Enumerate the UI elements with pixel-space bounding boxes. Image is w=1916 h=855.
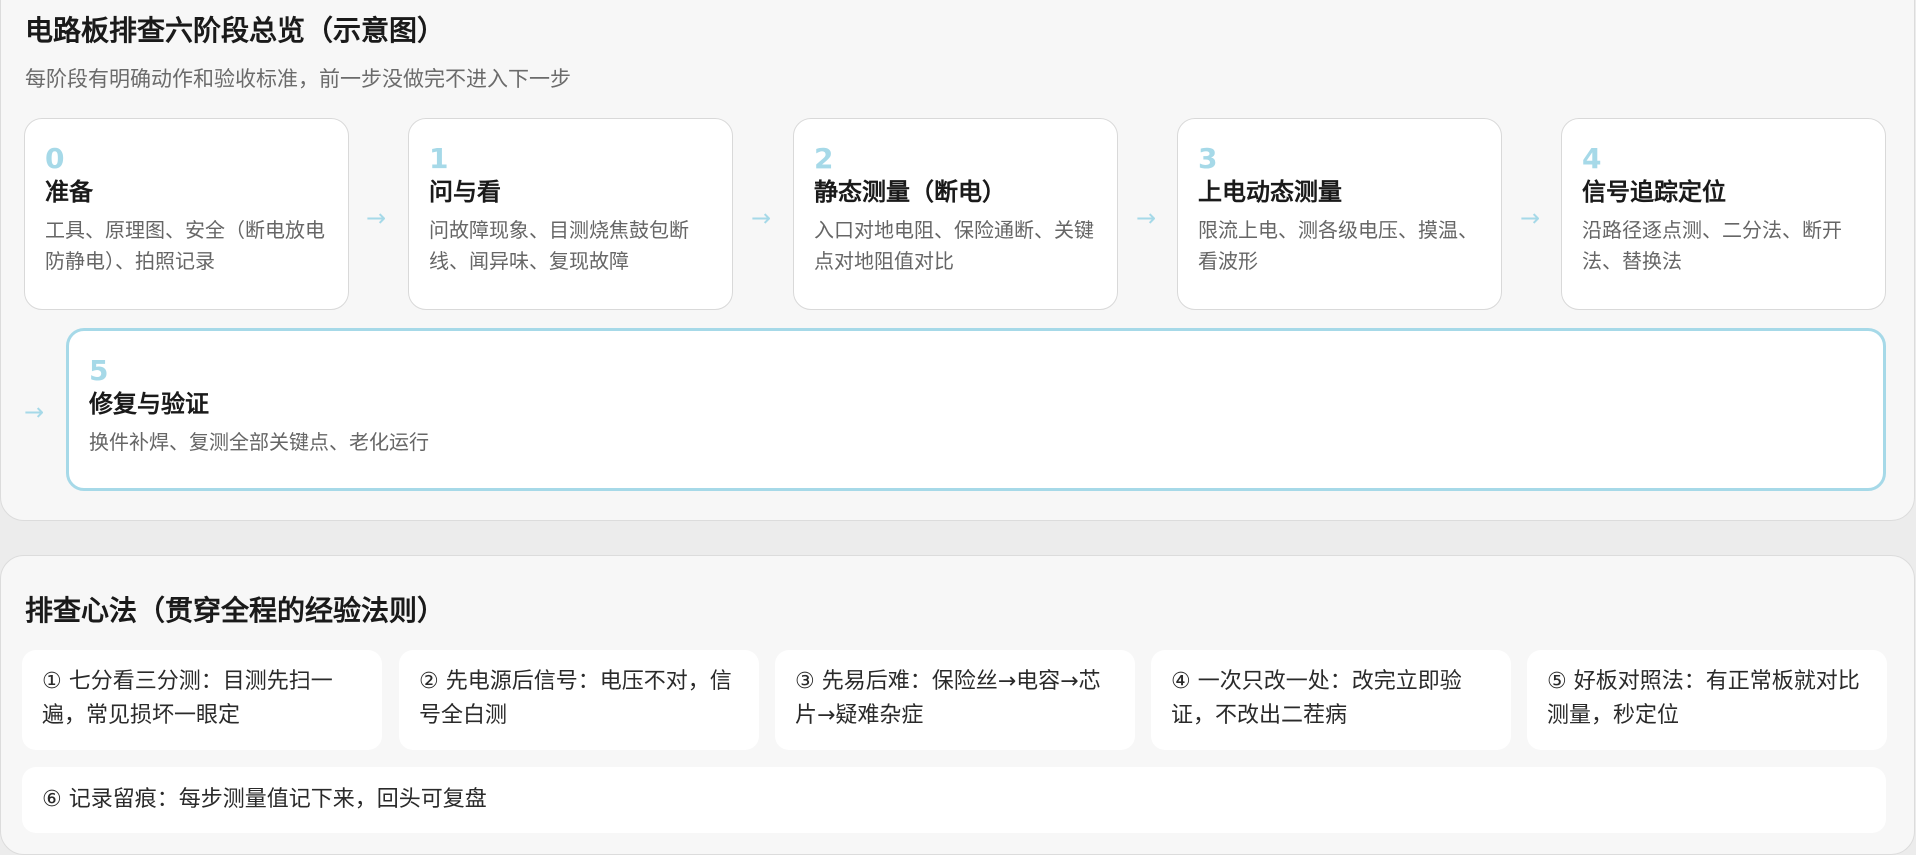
rule-text: ① 七分看三分测：目测先扫一遍，常见损坏一眼定 bbox=[42, 669, 333, 728]
stage-number: 1 bbox=[429, 142, 449, 175]
stage-description: 沿路径逐点测、二分法、断开法、替换法 bbox=[1582, 218, 1842, 273]
stage-title: 修复与验证 bbox=[89, 390, 209, 418]
stage-number: 4 bbox=[1582, 142, 1602, 175]
stage-number: 3 bbox=[1198, 142, 1218, 175]
flow-arrow-icon: → bbox=[1520, 204, 1541, 232]
stage-card-1: 1 问与看 问故障现象、目测烧焦鼓包断线、闻异味、复现故障 bbox=[408, 118, 733, 310]
stage-card-5: 5 修复与验证 换件补焊、复测全部关键点、老化运行 bbox=[66, 328, 1886, 491]
stage-title: 静态测量（断电） bbox=[814, 178, 1006, 206]
stage-title: 准备 bbox=[45, 178, 93, 206]
flow-arrow-icon: → bbox=[751, 204, 772, 232]
stage-card-4: 4 信号追踪定位 沿路径逐点测、二分法、断开法、替换法 bbox=[1561, 118, 1886, 310]
stage-description: 换件补焊、复测全部关键点、老化运行 bbox=[89, 430, 429, 454]
rule-text: ④ 一次只改一处：改完立即验证，不改出二茬病 bbox=[1171, 669, 1462, 728]
rule-text: ⑤ 好板对照法：有正常板就对比测量，秒定位 bbox=[1547, 669, 1860, 728]
rule-card-6: ⑥ 记录留痕：每步测量值记下来，回头可复盘 bbox=[22, 767, 1886, 833]
stage-title: 问与看 bbox=[429, 178, 501, 206]
stage-description: 问故障现象、目测烧焦鼓包断线、闻异味、复现故障 bbox=[429, 218, 689, 273]
stage-number: 5 bbox=[89, 354, 109, 387]
rule-card-4: ④ 一次只改一处：改完立即验证，不改出二茬病 bbox=[1151, 650, 1511, 750]
rule-card-3: ③ 先易后难：保险丝→电容→芯片→疑难杂症 bbox=[775, 650, 1135, 750]
stage-card-2: 2 静态测量（断电） 入口对地电阻、保险通断、关键点对地阻值对比 bbox=[793, 118, 1118, 310]
stage-description: 限流上电、测各级电压、摸温、看波形 bbox=[1198, 218, 1478, 273]
stages-title: 电路板排查六阶段总览（示意图） bbox=[25, 14, 446, 47]
stage-card-3: 3 上电动态测量 限流上电、测各级电压、摸温、看波形 bbox=[1177, 118, 1502, 310]
stage-description: 入口对地电阻、保险通断、关键点对地阻值对比 bbox=[814, 218, 1094, 273]
stages-subtitle: 每阶段有明确动作和验收标准，前一步没做完不进入下一步 bbox=[25, 67, 571, 91]
rule-card-2: ② 先电源后信号：电压不对，信号全白测 bbox=[399, 650, 759, 750]
rule-text: ② 先电源后信号：电压不对，信号全白测 bbox=[419, 669, 732, 728]
stage-title: 信号追踪定位 bbox=[1582, 178, 1726, 206]
flow-arrow-icon: → bbox=[366, 204, 387, 232]
rules-title: 排查心法（贯穿全程的经验法则） bbox=[25, 594, 446, 627]
rule-card-5: ⑤ 好板对照法：有正常板就对比测量，秒定位 bbox=[1527, 650, 1887, 750]
flow-arrow-icon: → bbox=[1136, 204, 1157, 232]
rule-text: ③ 先易后难：保险丝→电容→芯片→疑难杂症 bbox=[795, 669, 1101, 728]
rule-text: ⑥ 记录留痕：每步测量值记下来，回头可复盘 bbox=[42, 787, 487, 812]
stage-card-0: 0 准备 工具、原理图、安全（断电放电防静电）、拍照记录 bbox=[24, 118, 349, 310]
stage-title: 上电动态测量 bbox=[1198, 178, 1342, 206]
stage-description: 工具、原理图、安全（断电放电防静电）、拍照记录 bbox=[45, 218, 325, 273]
flow-arrow-icon: → bbox=[24, 398, 45, 426]
stage-number: 2 bbox=[814, 142, 834, 175]
rule-card-1: ① 七分看三分测：目测先扫一遍，常见损坏一眼定 bbox=[22, 650, 382, 750]
stage-number: 0 bbox=[45, 142, 65, 175]
